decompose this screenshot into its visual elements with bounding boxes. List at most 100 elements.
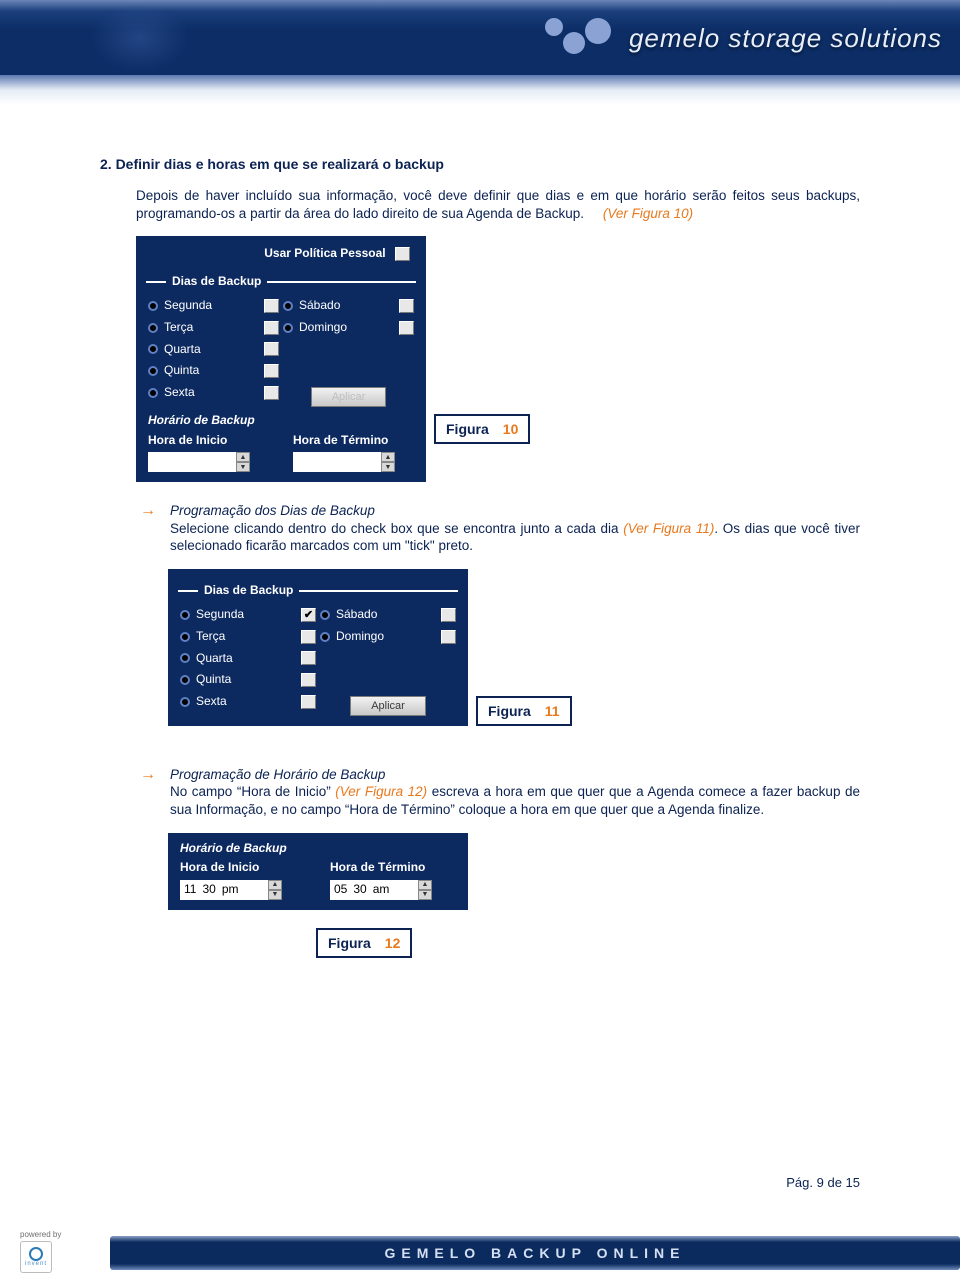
day-label: Sexta xyxy=(196,694,295,710)
dias-de-backup-header: Dias de Backup xyxy=(146,274,416,290)
time-spinner[interactable]: ▲▼ xyxy=(268,880,282,900)
step-title: Programação de Horário de Backup xyxy=(170,767,385,782)
day-row: Quinta xyxy=(178,669,318,691)
time-mm: 30 xyxy=(353,882,366,898)
day-checkbox-checked[interactable]: ✔ xyxy=(301,608,316,622)
chevron-up-icon[interactable]: ▲ xyxy=(268,880,282,890)
day-checkbox[interactable] xyxy=(399,321,414,335)
bullet-icon xyxy=(148,323,158,333)
step-text: Selecione clicando dentro do check box q… xyxy=(170,521,623,536)
day-label: Sexta xyxy=(164,385,258,401)
bullet-icon xyxy=(148,344,158,354)
day-row: Domingo xyxy=(281,317,416,339)
day-row: Segunda ✔ xyxy=(178,604,318,626)
page-number: Pág. 9 de 15 xyxy=(786,1175,860,1190)
hora-termino-input[interactable] xyxy=(293,452,381,472)
bullet-icon xyxy=(320,610,330,620)
day-checkbox[interactable] xyxy=(301,673,316,687)
hora-inicio-input[interactable]: 11 30 pm xyxy=(180,880,268,900)
day-checkbox[interactable] xyxy=(264,299,279,313)
day-label: Segunda xyxy=(196,607,295,623)
day-checkbox[interactable] xyxy=(441,608,456,622)
brand-name: gemelo storage solutions xyxy=(629,23,942,54)
time-spinner[interactable]: ▲▼ xyxy=(418,880,432,900)
hora-termino-input[interactable]: 05 30 am xyxy=(330,880,418,900)
chevron-up-icon[interactable]: ▲ xyxy=(418,880,432,890)
hora-inicio-label: Hora de Inicio xyxy=(180,860,306,880)
day-row: Domingo xyxy=(318,626,458,648)
day-checkbox[interactable] xyxy=(264,321,279,335)
hora-termino-label: Hora de Término xyxy=(293,433,414,453)
bullet-icon xyxy=(180,632,190,642)
schedule-panel-full: Usar Política Pessoal Dias de Backup Seg… xyxy=(136,236,426,482)
chevron-down-icon[interactable]: ▼ xyxy=(236,462,250,472)
arrow-icon: → xyxy=(140,766,156,819)
bullet-icon xyxy=(180,675,190,685)
bullet-icon xyxy=(148,366,158,376)
day-row: Quarta xyxy=(146,339,281,361)
day-checkbox[interactable] xyxy=(264,342,279,356)
intro-text: Depois de haver incluído sua informação,… xyxy=(136,188,860,221)
day-label: Quinta xyxy=(164,363,258,379)
day-checkbox[interactable] xyxy=(399,299,414,313)
arrow-icon: → xyxy=(140,502,156,555)
day-checkbox[interactable] xyxy=(441,630,456,644)
figure-number: 12 xyxy=(385,935,401,951)
figure-word: Figura xyxy=(328,935,371,951)
figure-12-label: Figura 12 xyxy=(316,928,412,958)
time-ap: am xyxy=(373,882,390,898)
header-banner: gemelo storage solutions xyxy=(0,0,960,75)
day-checkbox[interactable] xyxy=(264,364,279,378)
day-row: Terça xyxy=(178,626,318,648)
step-ref: (Ver Figura 11) xyxy=(623,521,714,536)
day-label: Segunda xyxy=(164,298,258,314)
step-title: Programação dos Dias de Backup xyxy=(170,503,375,518)
day-checkbox[interactable] xyxy=(301,695,316,709)
brand-block: gemelo storage solutions xyxy=(545,18,942,58)
usar-politica-row: Usar Política Pessoal xyxy=(146,244,416,268)
chevron-down-icon[interactable]: ▼ xyxy=(418,890,432,900)
figure-word: Figura xyxy=(446,421,489,437)
day-checkbox[interactable] xyxy=(301,651,316,665)
figure-number: 11 xyxy=(545,703,560,719)
chevron-down-icon[interactable]: ▼ xyxy=(381,462,395,472)
hp-logo-icon: invent xyxy=(20,1241,52,1273)
usar-politica-checkbox[interactable] xyxy=(395,247,410,261)
figure-number: 10 xyxy=(503,421,519,437)
bullet-icon xyxy=(283,323,293,333)
day-label: Sábado xyxy=(299,298,393,314)
chevron-down-icon[interactable]: ▼ xyxy=(268,890,282,900)
day-row: Sexta xyxy=(178,691,318,713)
day-label: Terça xyxy=(196,629,295,645)
bullet-icon xyxy=(320,632,330,642)
time-ap: pm xyxy=(222,882,239,898)
powered-by: powered by invent xyxy=(0,1226,110,1276)
day-row: Sábado xyxy=(281,295,416,317)
document-content: 2. Definir dias e horas em que se realiz… xyxy=(0,105,960,958)
chevron-up-icon[interactable]: ▲ xyxy=(236,452,250,462)
time-hh: 05 xyxy=(334,882,347,898)
hp-invent-text: invent xyxy=(25,1261,47,1267)
hora-inicio-input[interactable] xyxy=(148,452,236,472)
day-label: Quarta xyxy=(196,651,295,667)
chevron-up-icon[interactable]: ▲ xyxy=(381,452,395,462)
hora-termino-label: Hora de Término xyxy=(330,860,456,880)
step-horario: → Programação de Horário de Backup No ca… xyxy=(100,732,860,823)
day-checkbox[interactable] xyxy=(301,630,316,644)
day-row: Segunda xyxy=(146,295,281,317)
aplicar-button[interactable]: Aplicar xyxy=(350,696,426,716)
hora-inicio-label: Hora de Inicio xyxy=(148,433,269,453)
day-label: Sábado xyxy=(336,607,435,623)
bullet-icon xyxy=(148,388,158,398)
time-spinner[interactable]: ▲▼ xyxy=(381,452,395,472)
day-label: Domingo xyxy=(336,629,435,645)
figure-10-label: Figura 10 xyxy=(434,414,530,444)
time-spinner[interactable]: ▲▼ xyxy=(236,452,250,472)
day-row: Sábado xyxy=(318,604,458,626)
day-checkbox[interactable] xyxy=(264,386,279,400)
footer-strip: GEMELO BACKUP ONLINE xyxy=(110,1236,960,1270)
aplicar-button[interactable]: Aplicar xyxy=(311,387,387,407)
footer: powered by invent GEMELO BACKUP ONLINE xyxy=(0,1226,960,1276)
day-label: Terça xyxy=(164,320,258,336)
step-text: No campo “Hora de Inicio” xyxy=(170,784,335,799)
